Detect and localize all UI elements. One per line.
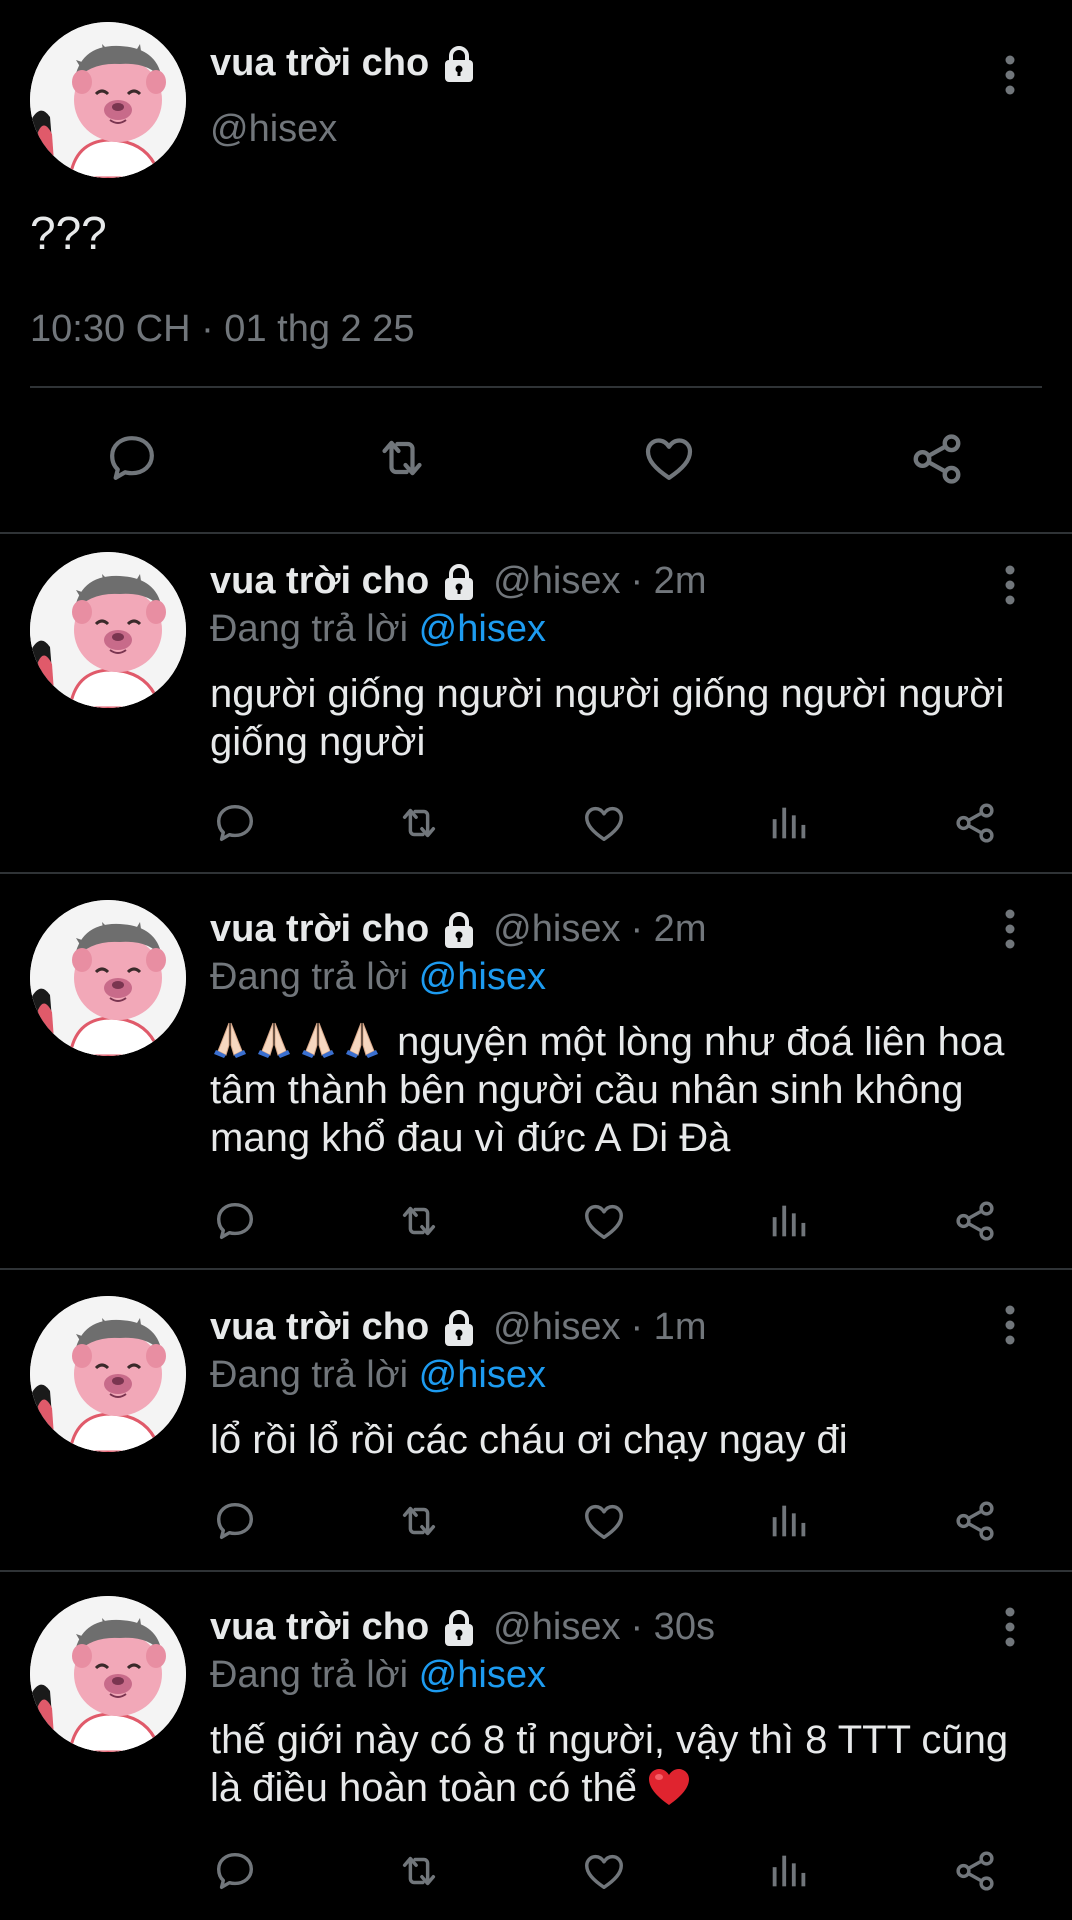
- replying-to: Đang trả lời @hisex: [210, 1654, 546, 1697]
- author-row: vua trời cho @hisex · 30s: [210, 1606, 715, 1649]
- pink-bear-avatar-icon: [30, 1296, 186, 1452]
- retweet-icon[interactable]: [394, 1498, 444, 1544]
- reply-tweet[interactable]: vua trời cho @hisex · 30s Đang trả lời @…: [0, 1572, 1072, 1920]
- tweet-timestamp[interactable]: 10:30 CH · 01 thg 2 25: [30, 308, 414, 351]
- retweet-icon[interactable]: [394, 1848, 444, 1894]
- tweet-text: thế giới này có 8 tỉ người, vậy thì 8 TT…: [210, 1716, 1030, 1812]
- share-icon[interactable]: [952, 1498, 998, 1544]
- replying-label: Đang trả lời: [210, 956, 409, 998]
- more-vertical-icon[interactable]: [990, 1300, 1030, 1350]
- red-heart-emoji-icon: [647, 1767, 691, 1807]
- share-icon[interactable]: [908, 430, 966, 488]
- views-icon[interactable]: [766, 1498, 812, 1544]
- replying-to: Đang trả lời @hisex: [210, 956, 546, 999]
- avatar[interactable]: [30, 900, 186, 1056]
- handle[interactable]: @hisex: [493, 1306, 620, 1349]
- avatar[interactable]: [30, 1596, 186, 1752]
- pray-emoji-icon: [342, 1019, 382, 1059]
- replying-label: Đang trả lời: [210, 1354, 409, 1396]
- handle[interactable]: @hisex: [493, 1606, 620, 1649]
- views-icon[interactable]: [766, 1848, 812, 1894]
- author-row: vua trời cho @hisex · 2m: [210, 560, 706, 603]
- mention-link[interactable]: @hisex: [419, 1654, 546, 1696]
- like-icon[interactable]: [580, 1848, 628, 1894]
- tweet-text: lổ rồi lổ rồi các cháu ơi chạy ngay đi: [210, 1418, 848, 1462]
- share-icon[interactable]: [952, 800, 998, 846]
- lock-icon: [439, 910, 479, 950]
- reply-icon[interactable]: [212, 1198, 258, 1244]
- display-name[interactable]: vua trời cho: [210, 560, 429, 603]
- author-row: vua trời cho @hisex · 2m: [210, 908, 706, 951]
- avatar[interactable]: [30, 22, 186, 178]
- time-ago: · 30s: [630, 1606, 715, 1648]
- pink-bear-avatar-icon: [30, 22, 186, 178]
- more-vertical-icon[interactable]: [990, 1602, 1030, 1652]
- lock-icon: [439, 1608, 479, 1648]
- display-name[interactable]: vua trời cho: [210, 1306, 429, 1349]
- reply-icon[interactable]: [104, 430, 160, 486]
- reply-icon[interactable]: [212, 800, 258, 846]
- lock-icon: [439, 1308, 479, 1348]
- like-icon[interactable]: [580, 800, 628, 846]
- replying-label: Đang trả lời: [210, 608, 409, 650]
- retweet-icon[interactable]: [394, 800, 444, 846]
- time-ago: · 2m: [630, 908, 707, 950]
- reply-icon[interactable]: [212, 1848, 258, 1894]
- share-icon[interactable]: [952, 1848, 998, 1894]
- tweet-text: ???: [30, 207, 107, 259]
- avatar[interactable]: [30, 552, 186, 708]
- lock-icon: [439, 44, 479, 84]
- handle[interactable]: @hisex: [493, 560, 620, 603]
- author-row: vua trời cho: [210, 42, 479, 85]
- like-icon[interactable]: [580, 1198, 628, 1244]
- mention-link[interactable]: @hisex: [419, 1354, 546, 1396]
- replying-to: Đang trả lời @hisex: [210, 1354, 546, 1397]
- views-icon[interactable]: [766, 1198, 812, 1244]
- pray-emoji-icon: [254, 1019, 294, 1059]
- replying-to: Đang trả lời @hisex: [210, 608, 546, 651]
- avatar[interactable]: [30, 1296, 186, 1452]
- reply-icon[interactable]: [212, 1498, 258, 1544]
- pink-bear-avatar-icon: [30, 900, 186, 1056]
- display-name[interactable]: vua trời cho: [210, 1606, 429, 1649]
- tweet-text: người giống người người giống người ngườ…: [210, 672, 1005, 764]
- share-icon[interactable]: [952, 1198, 998, 1244]
- author-row: vua trời cho @hisex · 1m: [210, 1306, 706, 1349]
- handle[interactable]: @hisex: [210, 108, 337, 151]
- more-vertical-icon[interactable]: [990, 560, 1030, 610]
- tweet-text: nguyện một lòng như đoá liên hoa tâm thà…: [210, 1018, 1030, 1162]
- divider: [30, 386, 1042, 388]
- retweet-icon[interactable]: [394, 1198, 444, 1244]
- mention-link[interactable]: @hisex: [419, 956, 546, 998]
- pink-bear-avatar-icon: [30, 1596, 186, 1752]
- handle[interactable]: @hisex: [493, 908, 620, 951]
- replying-label: Đang trả lời: [210, 1654, 409, 1696]
- lock-icon: [439, 562, 479, 602]
- mention-link[interactable]: @hisex: [419, 608, 546, 650]
- more-vertical-icon[interactable]: [990, 50, 1030, 100]
- reply-tweet[interactable]: vua trời cho @hisex · 1m Đang trả lời @h…: [0, 1270, 1072, 1570]
- pink-bear-avatar-icon: [30, 552, 186, 708]
- retweet-icon[interactable]: [370, 430, 434, 486]
- views-icon[interactable]: [766, 800, 812, 846]
- pray-emoji-icon: [298, 1019, 338, 1059]
- like-icon[interactable]: [580, 1498, 628, 1544]
- tweet-text-body: thế giới này có 8 tỉ người, vậy thì 8 TT…: [210, 1718, 1009, 1810]
- pray-emoji-icon: [210, 1019, 250, 1059]
- display-name[interactable]: vua trời cho: [210, 42, 429, 85]
- more-vertical-icon[interactable]: [990, 904, 1030, 954]
- time-ago: · 1m: [630, 1306, 707, 1348]
- display-name[interactable]: vua trời cho: [210, 908, 429, 951]
- like-icon[interactable]: [640, 430, 698, 486]
- reply-tweet[interactable]: vua trời cho @hisex · 2m Đang trả lời @h…: [0, 874, 1072, 1268]
- main-tweet: vua trời cho @hisex ??? 10:30 CH · 01 th…: [0, 0, 1072, 532]
- time-ago: · 2m: [630, 560, 707, 602]
- reply-tweet[interactable]: vua trời cho @hisex · 2m Đang trả lời @h…: [0, 534, 1072, 872]
- pray-emoji-group: [210, 1020, 386, 1064]
